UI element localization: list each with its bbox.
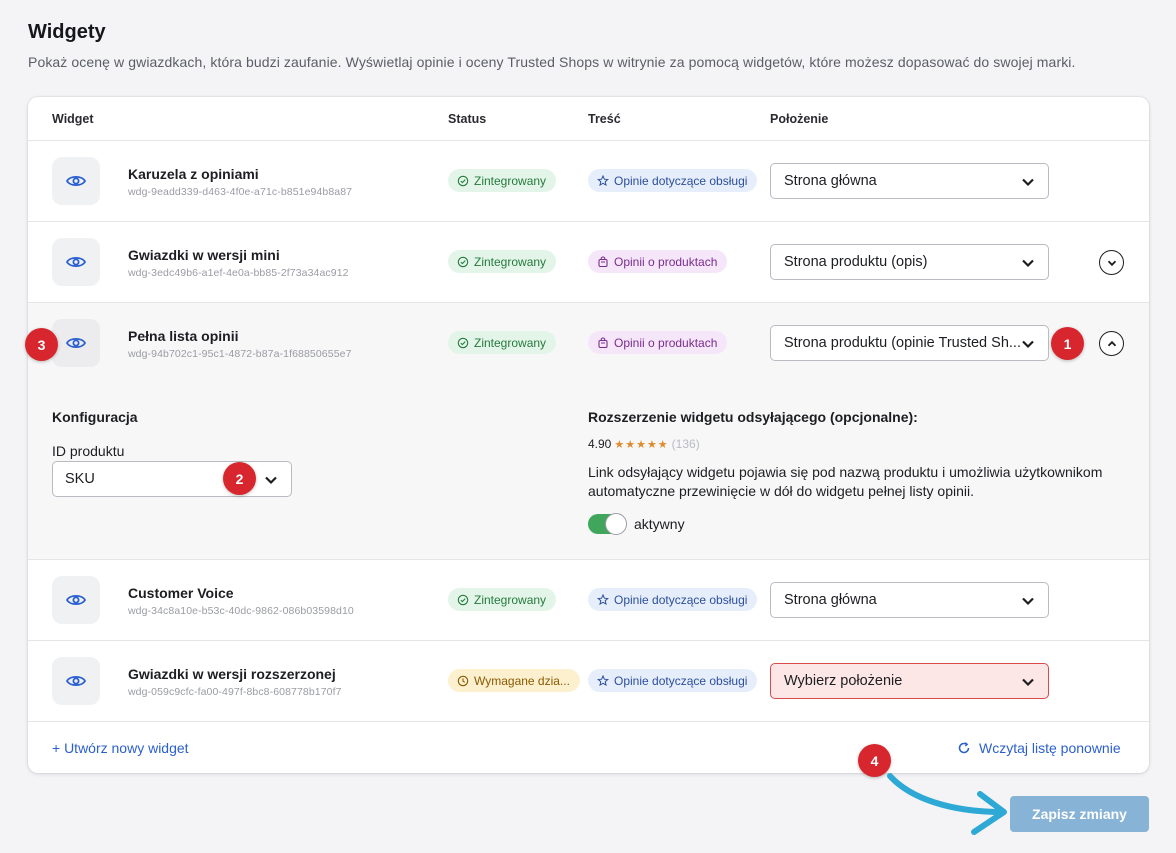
rating-preview: 4.90 ★★★★★ (136) bbox=[588, 437, 700, 451]
table-row: Gwiazdki w wersji rozszerzonej wdg-059c9… bbox=[28, 641, 1149, 722]
preview-button[interactable] bbox=[52, 657, 100, 705]
clock-icon bbox=[457, 675, 469, 686]
preview-button[interactable] bbox=[52, 576, 100, 624]
status-badge: Zintegrowany bbox=[448, 250, 557, 273]
header-position: Położenie bbox=[770, 112, 829, 126]
chevron-down-icon bbox=[1022, 259, 1034, 268]
expand-row-button[interactable] bbox=[1099, 250, 1124, 275]
preview-button[interactable] bbox=[52, 238, 100, 286]
content-badge: Opinii o produktach bbox=[588, 250, 728, 273]
position-select[interactable]: Strona produktu (opis) bbox=[770, 244, 1049, 280]
refresh-icon bbox=[958, 742, 970, 754]
position-select[interactable]: Strona produktu (opinie Trusted Sh... bbox=[770, 325, 1049, 361]
star-outline-icon bbox=[597, 593, 609, 605]
position-select[interactable]: Wybierz położenie bbox=[770, 663, 1049, 699]
header-content: Treść bbox=[588, 112, 621, 126]
check-circle-icon bbox=[457, 256, 469, 267]
check-circle-icon bbox=[457, 337, 469, 348]
widget-name: Gwiazdki w wersji mini bbox=[128, 247, 280, 263]
widget-id: wdg-9eadd339-d463-4f0e-a71c-b851e94b8a87 bbox=[128, 186, 353, 198]
rating-value: 4.90 bbox=[588, 437, 612, 451]
status-badge: Wymagane dzia... bbox=[448, 669, 580, 692]
create-widget-link[interactable]: + Utwórz nowy widget bbox=[52, 740, 189, 756]
table-row-expanded: Pełna lista opinii wdg-94b702c1-95c1-487… bbox=[28, 303, 1149, 560]
toggle-label: aktywny bbox=[634, 516, 685, 532]
reload-list-link[interactable]: Wczytaj listę ponownie bbox=[957, 740, 1121, 756]
position-select[interactable]: Strona główna bbox=[770, 582, 1049, 618]
eye-icon bbox=[66, 594, 86, 606]
widget-id: wdg-94b702c1-95c1-4872-b87a-1f68850655e7 bbox=[128, 348, 352, 360]
table-header: Widget Status Treść Położenie bbox=[28, 97, 1149, 141]
chevron-down-icon bbox=[1022, 597, 1034, 606]
rating-stars: ★★★★★ bbox=[614, 438, 669, 451]
extension-title: Rozszerzenie widgetu odsyłającego (opcjo… bbox=[588, 409, 918, 425]
status-badge: Zintegrowany bbox=[448, 331, 557, 354]
chevron-down-icon bbox=[265, 476, 277, 485]
chevron-down-icon bbox=[1022, 178, 1034, 187]
widget-id: wdg-34c8a10e-b53c-40dc-9862-086b03598d10 bbox=[128, 605, 354, 617]
product-id-label: ID produktu bbox=[52, 443, 125, 459]
eye-icon bbox=[66, 675, 86, 687]
extension-description: Link odsyłający widgetu pojawia się pod … bbox=[588, 464, 1103, 499]
save-changes-button[interactable]: Zapisz zmiany bbox=[1010, 796, 1149, 832]
page-title: Widgety bbox=[28, 21, 106, 43]
header-status: Status bbox=[448, 112, 487, 126]
config-title: Konfiguracja bbox=[52, 409, 138, 425]
chevron-down-icon bbox=[1107, 260, 1116, 266]
eye-icon bbox=[66, 337, 86, 349]
chevron-down-icon bbox=[1022, 678, 1034, 687]
check-circle-icon bbox=[457, 175, 469, 186]
annotation-marker: 2 bbox=[223, 462, 256, 495]
content-badge: Opinie dotyczące obsługi bbox=[588, 169, 758, 192]
check-circle-icon bbox=[457, 594, 469, 605]
eye-icon bbox=[66, 256, 86, 268]
star-outline-icon bbox=[597, 674, 609, 686]
widget-id: wdg-059c9cfc-fa00-497f-8bc8-608778b170f7 bbox=[128, 686, 342, 698]
widget-id: wdg-3edc49b6-a1ef-4e0a-bb85-2f73a34ac912 bbox=[128, 267, 349, 279]
annotation-arrow-icon bbox=[887, 773, 1007, 835]
widgets-table-card: Widget Status Treść Położenie Karuzela z… bbox=[28, 97, 1149, 773]
status-badge: Zintegrowany bbox=[448, 169, 557, 192]
star-outline-icon bbox=[597, 174, 609, 186]
bag-icon bbox=[598, 336, 608, 348]
product-id-select[interactable]: SKU bbox=[52, 461, 292, 497]
collapse-row-button[interactable] bbox=[1099, 331, 1124, 356]
chevron-down-icon bbox=[1022, 340, 1034, 349]
status-badge: Zintegrowany bbox=[448, 588, 557, 611]
position-select[interactable]: Strona główna bbox=[770, 163, 1049, 199]
toggle-knob bbox=[605, 513, 627, 535]
table-row: Karuzela z opiniami wdg-9eadd339-d463-4f… bbox=[28, 141, 1149, 222]
widget-name: Karuzela z opiniami bbox=[128, 166, 259, 182]
widget-name: Customer Voice bbox=[128, 585, 234, 601]
widget-name: Gwiazdki w wersji rozszerzonej bbox=[128, 666, 336, 682]
rating-count: (136) bbox=[671, 437, 700, 451]
table-row: Customer Voice wdg-34c8a10e-b53c-40dc-98… bbox=[28, 560, 1149, 641]
content-badge: Opinie dotyczące obsługi bbox=[588, 669, 758, 692]
eye-icon bbox=[66, 175, 86, 187]
page-subtitle: Pokaż ocenę w gwiazdkach, która budzi za… bbox=[28, 54, 1076, 70]
preview-button[interactable] bbox=[52, 157, 100, 205]
preview-button[interactable] bbox=[52, 319, 100, 367]
content-badge: Opinii o produktach bbox=[588, 331, 728, 354]
widget-name: Pełna lista opinii bbox=[128, 328, 239, 344]
annotation-marker: 1 bbox=[1051, 327, 1084, 360]
chevron-up-icon bbox=[1107, 340, 1116, 346]
content-badge: Opinie dotyczące obsługi bbox=[588, 588, 758, 611]
active-toggle[interactable] bbox=[588, 513, 627, 535]
header-widget: Widget bbox=[52, 112, 94, 126]
annotation-marker: 3 bbox=[25, 328, 58, 361]
table-row: Gwiazdki w wersji mini wdg-3edc49b6-a1ef… bbox=[28, 222, 1149, 303]
bag-icon bbox=[598, 255, 608, 267]
